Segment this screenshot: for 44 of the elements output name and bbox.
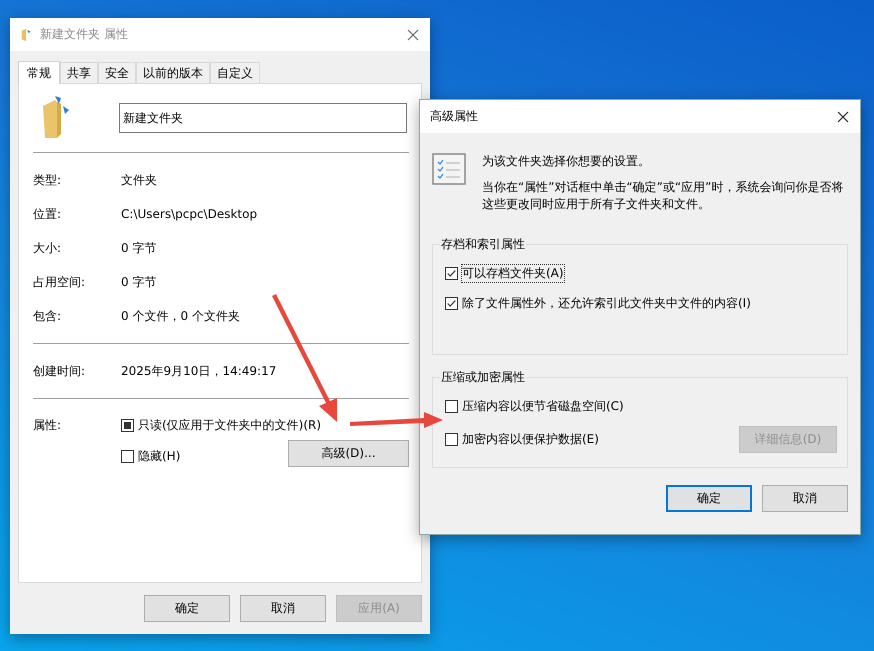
dialog-button[interactable]: 确定 [144,595,230,622]
checkbox[interactable] [121,450,134,463]
field-value: 0 字节 [121,274,156,290]
dialog-button[interactable]: 确定 [666,485,752,512]
dialog-button[interactable]: 取消 [762,485,848,512]
checkbox[interactable] [445,296,458,310]
field-label: 属性: [33,417,62,434]
advanced-button[interactable]: 高级(D)... [288,440,409,467]
dialog-button[interactable]: 取消 [240,595,326,622]
field-label: 位置: [33,206,62,222]
field-value: 2025年9月10日，14:49:17 [121,362,276,380]
field-value: 文件夹 [121,172,157,188]
checkbox-label: 隐藏(H) [138,448,180,465]
tab[interactable]: 以前的版本 [136,62,210,83]
checklist-icon [432,153,466,185]
tab[interactable]: 常规 [18,61,60,84]
tab[interactable]: 安全 [98,62,136,83]
checkbox-label: 加密内容以便保护数据(E) [462,431,599,448]
intro-text: 为该文件夹选择你想要的设置。 [482,153,651,170]
window-title: 高级属性 [430,108,479,125]
checkbox[interactable] [121,419,134,432]
checkbox[interactable] [445,433,458,446]
checkbox[interactable] [445,400,458,412]
field-label: 包含: [33,308,62,324]
checkbox[interactable] [445,266,458,280]
checkbox-label: 只读(仅应用于文件夹中的文件)(R) [138,417,322,434]
field-value: 0 个文件，0 个文件夹 [121,308,240,324]
checkbox-label: 压缩内容以便节省磁盘空间(C) [462,398,624,414]
tab[interactable]: 共享 [60,62,98,83]
folder-name-field[interactable]: 新建文件夹 [119,103,407,133]
field-value: 0 字节 [121,240,156,256]
window-title: 新建文件夹 属性 [40,26,129,43]
tab[interactable]: 自定义 [210,62,260,83]
field-label: 类型: [33,172,62,188]
note-text: 当你在“属性”对话框中单击“确定”或“应用”时，系统会询问你是否将这些更改同时应用于所有子文件夹和文件。 [482,179,844,213]
close-icon[interactable] [836,110,850,124]
checkbox-label: 可以存档文件夹(A) [462,264,564,282]
group-title: 存档和索引属性 [440,236,526,253]
field-value: C:\Users\pcpc\Desktop [121,207,258,221]
field-label: 大小: [33,240,62,256]
group-title: 压缩或加密属性 [440,369,526,386]
field-label: 占用空间: [33,274,86,290]
field-label: 创建时间: [33,362,86,380]
checkbox-label: 除了文件属性外，还允许索引此文件夹中文件的内容(I) [462,294,751,312]
